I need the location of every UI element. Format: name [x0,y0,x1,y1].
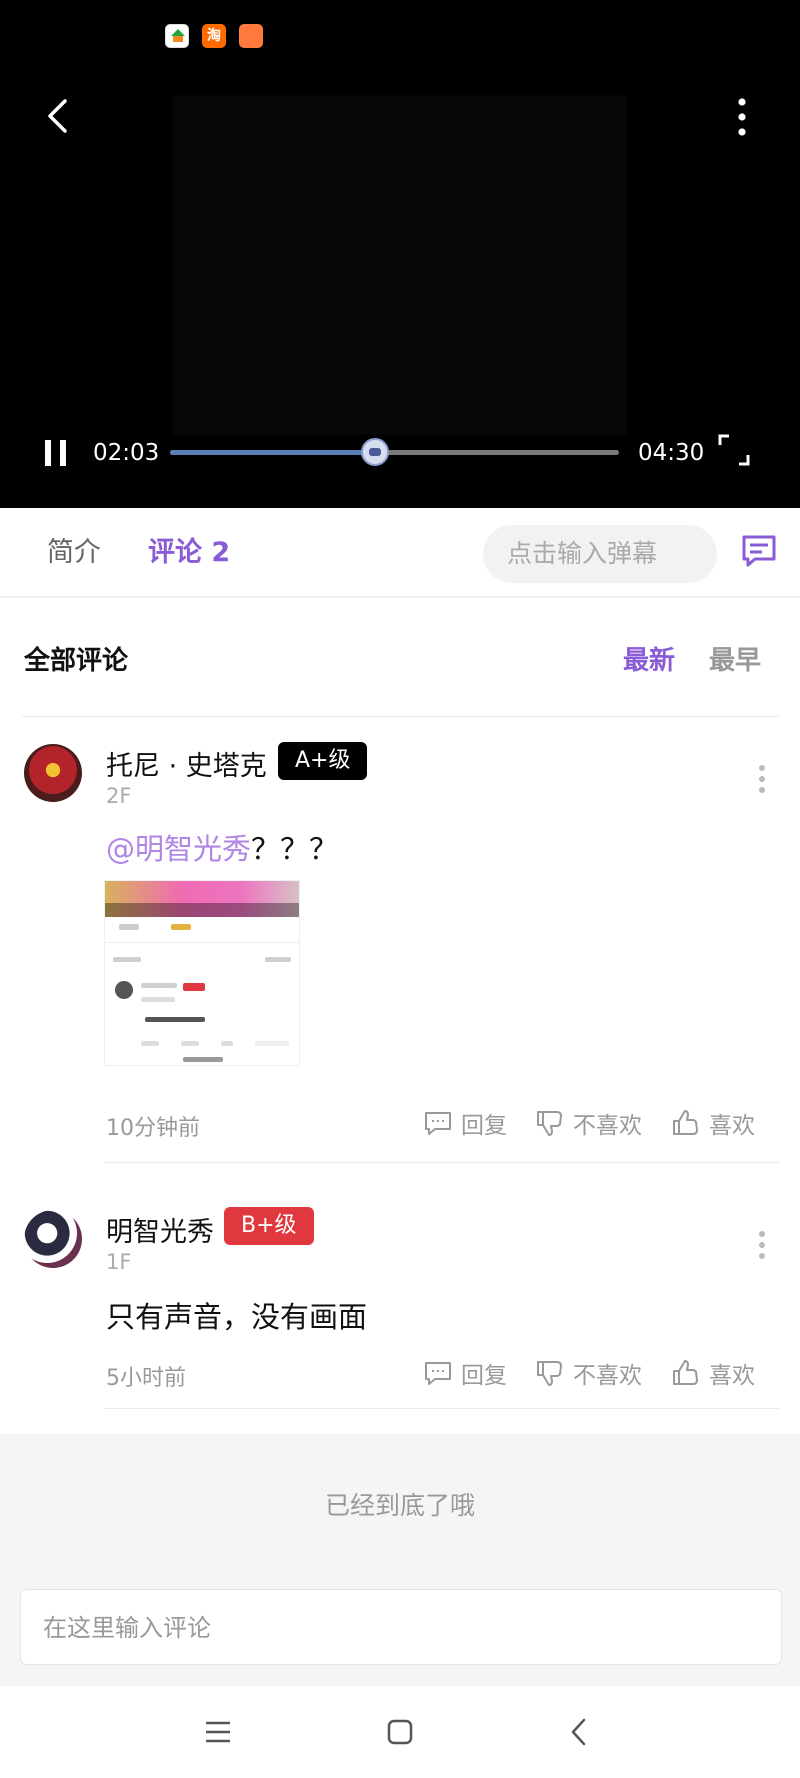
video-frame[interactable] [172,95,627,435]
comment-text: 只有声音，没有画面 [106,1300,368,1334]
reply-button[interactable]: 回复 [423,1106,507,1140]
sort-newest-button[interactable]: 最新 [623,640,675,677]
total-time: 04:30 [638,440,705,466]
reply-icon [425,1112,451,1135]
thumbs-up-icon [673,1110,698,1135]
home-app-icon [165,24,189,48]
like-button[interactable]: 喜欢 [671,1356,755,1390]
back-arrow-icon[interactable] [40,96,80,136]
current-time: 02:03 [93,440,160,466]
list-end-area: 已经到底了哦 在这里输入评论 [0,1434,800,1686]
comment-time: 10分钟前 [106,1116,200,1141]
fullscreen-icon[interactable] [718,434,750,466]
comment-item: 托尼 · 史塔克 A+级 2F @明智光秀？？？ 10分钟前 回复 不喜欢 喜欢 [0,718,800,1164]
all-comments-title: 全部评论 [24,646,129,676]
more-options-icon[interactable] [758,1230,766,1260]
pause-icon[interactable] [42,438,72,468]
dislike-button[interactable]: 不喜欢 [535,1106,642,1140]
like-label: 喜欢 [709,1113,755,1139]
reply-button[interactable]: 回复 [423,1356,507,1390]
tab-bar: 简介 评论 2 点击输入弹幕 [0,508,800,598]
floor-number: 1F [106,1250,132,1274]
thumb-video [105,881,299,917]
comment-username[interactable]: 明智光秀 [106,1210,214,1249]
menu-icon[interactable] [202,1716,234,1748]
thumbs-up-icon [673,1360,698,1385]
danmaku-input[interactable]: 点击输入弹幕 [483,525,717,583]
taobao-app-icon: 淘 [202,24,226,48]
more-vertical-icon[interactable] [730,94,754,140]
danmaku-toggle-icon[interactable] [741,533,777,569]
comment-time: 5小时前 [106,1366,186,1391]
floor-number: 2F [106,784,132,808]
comment-item: 明智光秀 B+级 1F 只有声音，没有画面 5小时前 回复 不喜欢 喜欢 [0,1164,800,1434]
system-nav-bar [0,1686,800,1778]
back-icon[interactable] [564,1716,596,1748]
tab-comments[interactable]: 评论 2 [148,534,230,572]
divider [104,1408,780,1409]
avatar[interactable] [24,1210,82,1268]
comments-header: 全部评论 最新 最早 [0,598,800,718]
home-icon[interactable] [384,1716,416,1748]
reply-icon [425,1362,451,1385]
dislike-label: 不喜欢 [573,1363,642,1389]
comment-input[interactable]: 在这里输入评论 [20,1589,782,1665]
like-button[interactable]: 喜欢 [671,1106,755,1140]
avatar[interactable] [24,744,82,802]
thumb-tabs [105,917,299,943]
comment-image[interactable] [104,880,300,1066]
sort-oldest-button[interactable]: 最早 [709,640,761,677]
tab-intro[interactable]: 简介 [47,534,101,572]
progress-fill [170,450,375,455]
mention-link[interactable]: @明智光秀 [106,832,251,866]
status-bar-app-icons: 淘 [165,24,263,48]
comment-username[interactable]: 托尼 · 史塔克 [106,744,267,783]
like-label: 喜欢 [709,1363,755,1389]
dislike-button[interactable]: 不喜欢 [535,1356,642,1390]
shopping-app-icon [239,24,263,48]
more-options-icon[interactable] [758,764,766,794]
reply-label: 回复 [461,1363,507,1389]
comment-text: @明智光秀？？？ [106,826,338,868]
progress-bar[interactable] [170,438,619,466]
reply-label: 回复 [461,1113,507,1139]
dislike-label: 不喜欢 [573,1113,642,1139]
level-badge: B+级 [224,1207,314,1245]
progress-thumb[interactable] [360,438,389,466]
thumbs-down-icon [537,1111,562,1136]
divider [22,716,780,717]
end-of-list-text: 已经到底了哦 [324,1491,475,1520]
divider [104,1162,780,1163]
thumbs-down-icon [537,1361,562,1386]
comment-body: ？？？ [251,832,339,866]
level-badge: A+级 [278,742,368,780]
video-player[interactable]: 淘 02:03 04:30 [0,0,800,508]
